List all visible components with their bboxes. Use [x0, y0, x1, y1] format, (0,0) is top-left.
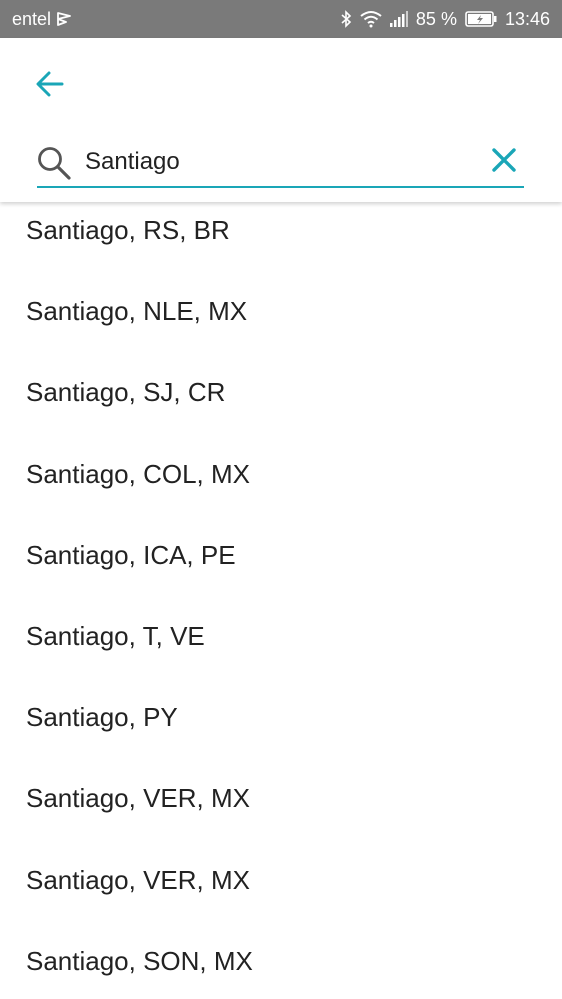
close-icon — [491, 147, 517, 173]
result-item[interactable]: Santiago, ICA, PE — [0, 515, 562, 596]
result-item[interactable]: Santiago, VER, MX — [0, 840, 562, 921]
search-bar — [37, 138, 524, 188]
bluetooth-icon — [340, 10, 352, 28]
result-item[interactable]: Santiago, SON, MX — [0, 921, 562, 999]
result-item[interactable]: Santiago, PY — [0, 677, 562, 758]
result-item[interactable]: Santiago, RS, BR — [0, 202, 562, 271]
result-item[interactable]: Santiago, SJ, CR — [0, 352, 562, 433]
back-button[interactable] — [30, 64, 70, 104]
search-icon — [37, 146, 71, 180]
wifi-icon — [360, 10, 382, 28]
result-item[interactable]: Santiago, T, VE — [0, 596, 562, 677]
arrow-left-icon — [36, 71, 64, 97]
result-item[interactable]: Santiago, NLE, MX — [0, 271, 562, 352]
results-list: Santiago, RS, BR Santiago, NLE, MX Santi… — [0, 202, 562, 999]
battery-icon — [465, 11, 497, 27]
result-item[interactable]: Santiago, VER, MX — [0, 758, 562, 839]
clock: 13:46 — [504, 8, 550, 29]
battery-percent: 85 % — [415, 8, 457, 29]
search-header — [0, 38, 562, 202]
result-item[interactable]: Santiago, COL, MX — [0, 434, 562, 515]
clear-search-button[interactable] — [488, 144, 520, 176]
signal-icon — [389, 11, 408, 27]
status-bar: entel 85 % 13:46 — [0, 0, 562, 38]
status-left: entel — [12, 9, 71, 30]
search-input[interactable] — [85, 144, 475, 180]
status-right: 85 % 13:46 — [340, 9, 550, 30]
carrier-name: entel — [12, 8, 52, 29]
carrier-flag-icon — [57, 12, 71, 26]
